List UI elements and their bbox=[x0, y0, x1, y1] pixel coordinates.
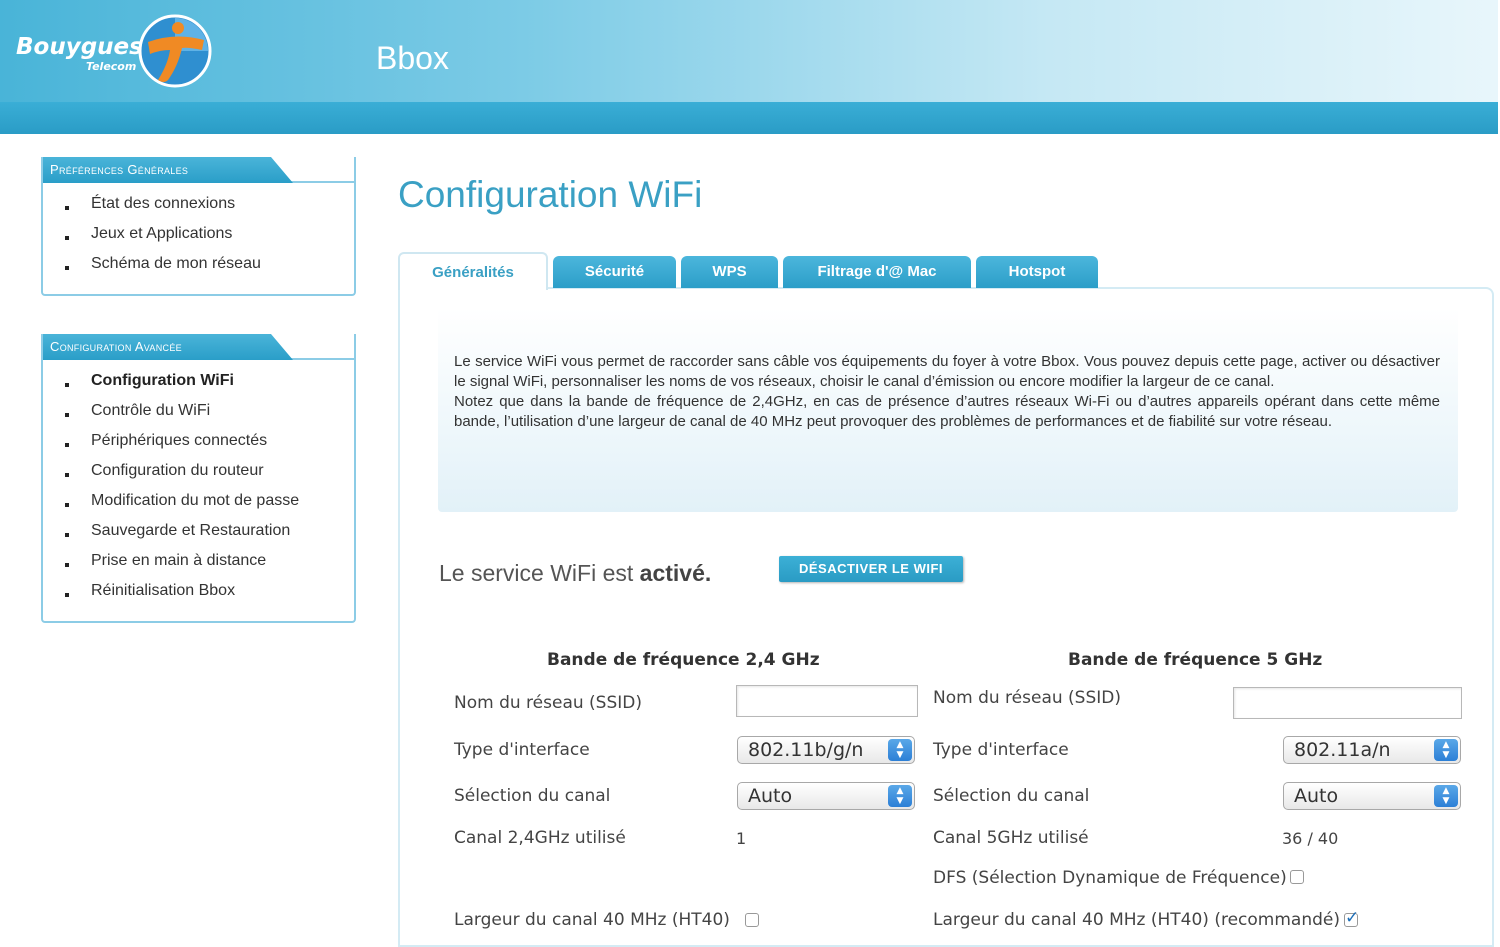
band5-ssid-label: Nom du réseau (SSID) bbox=[933, 688, 1121, 708]
bouygues-logo[interactable]: Bouygues Telecom bbox=[14, 14, 214, 90]
band24-ssid-input[interactable] bbox=[736, 685, 918, 717]
band24-interface-label: Type d'interface bbox=[454, 740, 590, 760]
tab-generalites[interactable]: Généralités bbox=[398, 252, 548, 290]
sidebar-item-mot-de-passe[interactable]: Modification du mot de passe bbox=[43, 486, 354, 516]
wifi-status-state: activé. bbox=[639, 560, 712, 586]
app-title: Bbox bbox=[376, 40, 449, 76]
band5-dfs-checkbox[interactable] bbox=[1290, 870, 1304, 884]
tab-wps[interactable]: WPS bbox=[681, 256, 778, 288]
band5-ht40-checkbox[interactable] bbox=[1344, 908, 1359, 928]
band5-used-value: 36 / 40 bbox=[1282, 829, 1339, 848]
sidebar-item-etat-connexions[interactable]: État des connexions bbox=[43, 189, 354, 219]
header: Bouygues Telecom Bbox bbox=[0, 0, 1498, 134]
band5-ssid-input[interactable] bbox=[1233, 687, 1462, 719]
select-arrows-icon: ▲ ▼ bbox=[1434, 785, 1458, 807]
sidebar-section-title: Préférences Générales bbox=[43, 157, 293, 183]
band24-used-value: 1 bbox=[736, 829, 747, 848]
band24-ht40-checkbox[interactable] bbox=[745, 913, 759, 927]
band5-ht40-label: Largeur du canal 40 MHz (HT40) (recomman… bbox=[933, 910, 1340, 930]
sidebar-item-configuration-wifi[interactable]: Configuration WiFi bbox=[43, 366, 354, 396]
info-paragraph-1: Le service WiFi vous permet de raccorder… bbox=[454, 353, 1440, 390]
sidebar-section-advanced: Configuration Avancée Configuration WiFi… bbox=[41, 334, 356, 623]
sidebar-item-controle-wifi[interactable]: Contrôle du WiFi bbox=[43, 396, 354, 426]
band24-interface-select[interactable]: 802.11b/g/n ▲ ▼ bbox=[737, 736, 915, 764]
band5-channel-label: Sélection du canal bbox=[933, 786, 1090, 806]
band5-interface-value: 802.11a/n bbox=[1294, 739, 1391, 761]
band5-heading: Bande de fréquence 5 GHz bbox=[1068, 650, 1323, 670]
sidebar-item-jeux-applications[interactable]: Jeux et Applications bbox=[43, 219, 354, 249]
sidebar-item-schema-reseau[interactable]: Schéma de mon réseau bbox=[43, 249, 354, 279]
band24-interface-value: 802.11b/g/n bbox=[748, 739, 864, 761]
select-arrows-icon: ▲ ▼ bbox=[1434, 739, 1458, 761]
wifi-status: Le service WiFi est activé. bbox=[439, 560, 711, 587]
disable-wifi-button[interactable]: DÉSACTIVER LE WIFI bbox=[779, 556, 963, 582]
wifi-status-prefix: Le service WiFi est bbox=[439, 560, 634, 586]
band24-heading: Bande de fréquence 2,4 GHz bbox=[547, 650, 820, 670]
sidebar-section-preferences: Préférences Générales État des connexion… bbox=[41, 157, 356, 296]
band24-ht40-label: Largeur du canal 40 MHz (HT40) bbox=[454, 910, 730, 930]
logo-brand: Bouygues bbox=[16, 34, 143, 60]
band24-channel-select[interactable]: Auto ▲ ▼ bbox=[737, 782, 915, 810]
logo-brand-sub: Telecom bbox=[86, 60, 137, 73]
sidebar-section-title: Configuration Avancée bbox=[43, 334, 293, 360]
bouygues-ball-icon bbox=[138, 14, 212, 88]
sidebar-item-reinitialisation[interactable]: Réinitialisation Bbox bbox=[43, 576, 354, 606]
band24-used-label: Canal 2,4GHz utilisé bbox=[454, 828, 626, 848]
band5-dfs-label: DFS (Sélection Dynamique de Fréquence) bbox=[933, 868, 1287, 888]
tab-securite[interactable]: Sécurité bbox=[553, 256, 676, 288]
band5-channel-value: Auto bbox=[1294, 785, 1339, 807]
page-title: Configuration WiFi bbox=[398, 174, 703, 215]
tab-hotspot[interactable]: Hotspot bbox=[976, 256, 1098, 288]
sidebar-item-peripheriques[interactable]: Périphériques connectés bbox=[43, 426, 354, 456]
select-arrows-icon: ▲ ▼ bbox=[888, 785, 912, 807]
sidebar-item-sauvegarde[interactable]: Sauvegarde et Restauration bbox=[43, 516, 354, 546]
band24-channel-value: Auto bbox=[748, 785, 793, 807]
band5-used-label: Canal 5GHz utilisé bbox=[933, 828, 1089, 848]
info-paragraph-2: Notez que dans la bande de fréquence de … bbox=[454, 393, 1440, 430]
sidebar-item-prise-en-main[interactable]: Prise en main à distance bbox=[43, 546, 354, 576]
band5-interface-select[interactable]: 802.11a/n ▲ ▼ bbox=[1283, 736, 1461, 764]
sidebar-item-configuration-routeur[interactable]: Configuration du routeur bbox=[43, 456, 354, 486]
band24-ssid-label: Nom du réseau (SSID) bbox=[454, 693, 642, 713]
info-text: Le service WiFi vous permet de raccorder… bbox=[454, 352, 1440, 432]
band5-channel-select[interactable]: Auto ▲ ▼ bbox=[1283, 782, 1461, 810]
band5-interface-label: Type d'interface bbox=[933, 740, 1069, 760]
band24-channel-label: Sélection du canal bbox=[454, 786, 611, 806]
header-band bbox=[0, 102, 1498, 134]
select-arrows-icon: ▲ ▼ bbox=[888, 739, 912, 761]
tab-filtrage-mac[interactable]: Filtrage d'@ Mac bbox=[783, 256, 971, 288]
